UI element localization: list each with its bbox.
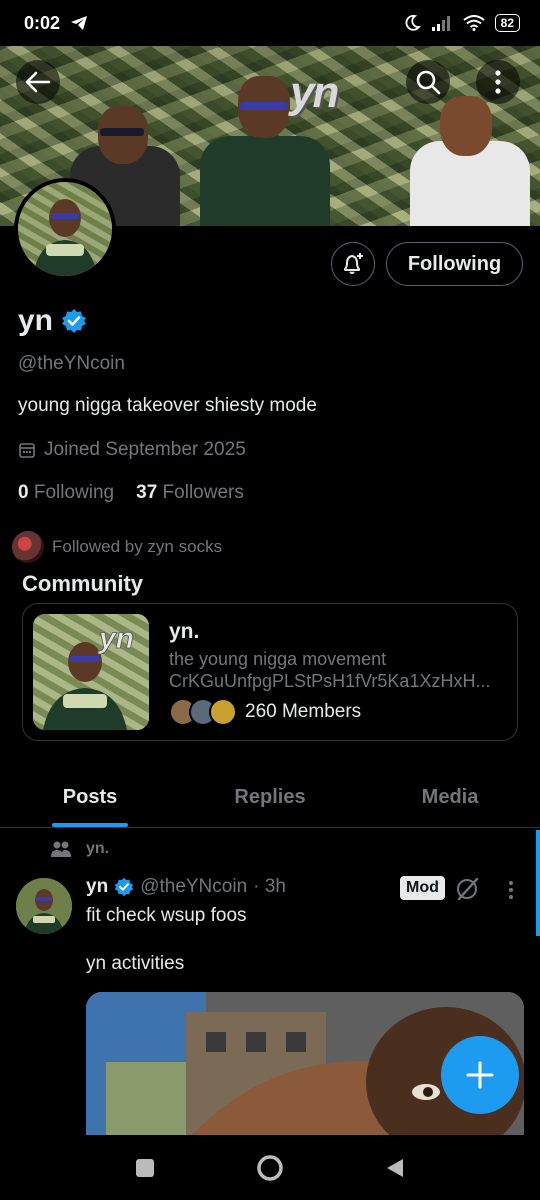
grok-icon[interactable]	[455, 876, 481, 902]
status-time: 0:02	[24, 12, 61, 33]
community-description: the young nigga movement CrKGuUnfpgPLStP…	[169, 648, 509, 692]
status-bar: 0:02 82	[0, 0, 540, 46]
home-icon[interactable]	[256, 1154, 284, 1182]
more-options-button[interactable]	[476, 60, 520, 104]
community-name: yn.	[169, 620, 200, 643]
tab-media-label: Media	[421, 786, 479, 808]
tab-posts-label: Posts	[62, 786, 118, 808]
tab-replies-label: Replies	[234, 786, 306, 808]
signal-icon	[431, 16, 450, 31]
joined-text: Joined September 2025	[44, 439, 246, 460]
followers-count: 37	[136, 482, 158, 503]
calendar-icon	[19, 443, 35, 458]
bell-plus-icon	[344, 253, 363, 274]
notifications-button[interactable]	[331, 242, 375, 286]
followed-by[interactable]: Followed by zyn socks	[12, 531, 222, 563]
back-arrow-icon	[25, 71, 51, 93]
mod-badge: Mod	[400, 876, 445, 900]
battery-level: 82	[494, 14, 520, 32]
post-community-context[interactable]: yn.	[50, 840, 109, 858]
moon-icon	[405, 14, 421, 31]
profile-name: yn	[18, 304, 54, 337]
tab-active-indicator	[52, 823, 128, 827]
community-image: yn	[33, 614, 149, 730]
community-image-logo: yn	[97, 622, 134, 655]
community-description-text: the young nigga movement	[169, 649, 387, 669]
followers-label: Followers	[162, 482, 244, 503]
following-label: Following	[33, 482, 115, 503]
profile-bio: young nigga takeover shiesty mode	[18, 395, 317, 416]
search-icon	[416, 70, 441, 95]
post-author-name[interactable]: yn	[86, 876, 108, 898]
joined-date: Joined September 2025	[18, 439, 246, 461]
post-author-avatar[interactable]	[16, 878, 72, 934]
post-author-handle: @theYNcoin	[140, 876, 248, 897]
compose-button[interactable]	[441, 1036, 519, 1114]
post-text: fit check wsup foos yn activities	[86, 905, 247, 974]
profile-name-row: yn	[18, 304, 87, 338]
verified-badge-icon[interactable]	[61, 308, 87, 334]
followers-link[interactable]: 37 Followers	[136, 482, 244, 504]
following-link[interactable]: 0 Following	[18, 482, 114, 504]
followed-by-text: Followed by zyn socks	[52, 537, 223, 556]
banner-logo: yn	[290, 68, 339, 117]
community-section-title: Community	[22, 571, 143, 596]
follower-avatar	[12, 531, 44, 563]
avatar-image	[18, 182, 112, 276]
following-count: 0	[18, 482, 29, 503]
tab-posts[interactable]: Posts	[0, 768, 180, 827]
plus-icon	[466, 1061, 494, 1089]
post-context-text: yn.	[86, 840, 110, 857]
back-button[interactable]	[16, 60, 60, 104]
post-header: yn @theYNcoin · 3h	[86, 876, 286, 898]
back-icon[interactable]	[384, 1157, 406, 1179]
community-address: CrKGuUnfpgPLStPsH1fVr5Ka1XzHxH...	[169, 671, 491, 691]
search-button[interactable]	[406, 60, 450, 104]
following-button[interactable]: Following	[386, 242, 523, 286]
wifi-icon	[463, 15, 485, 31]
profile-handle: @theYNcoin	[18, 353, 125, 374]
community-members: 260 Members	[169, 698, 361, 726]
more-vertical-icon	[495, 70, 501, 94]
follow-stats: 0 Following 37 Followers	[18, 482, 244, 504]
verified-badge-icon	[114, 877, 134, 897]
profile-tabs: Posts Replies Media	[0, 768, 540, 828]
members-count: 260 Members	[245, 701, 362, 722]
tab-media[interactable]: Media	[360, 768, 540, 827]
post-more-icon[interactable]	[508, 880, 514, 900]
profile-avatar[interactable]	[14, 178, 116, 280]
system-nav-bar	[0, 1135, 540, 1200]
community-card[interactable]: yn yn. the young nigga movement CrKGuUnf…	[22, 603, 518, 741]
post-time: · 3h	[253, 876, 286, 897]
post-highlight-edge	[536, 830, 540, 936]
telegram-icon	[71, 16, 88, 30]
community-icon	[51, 841, 71, 857]
tab-replies[interactable]: Replies	[180, 768, 360, 827]
member-avatars	[169, 698, 237, 726]
recents-icon[interactable]	[134, 1157, 156, 1179]
